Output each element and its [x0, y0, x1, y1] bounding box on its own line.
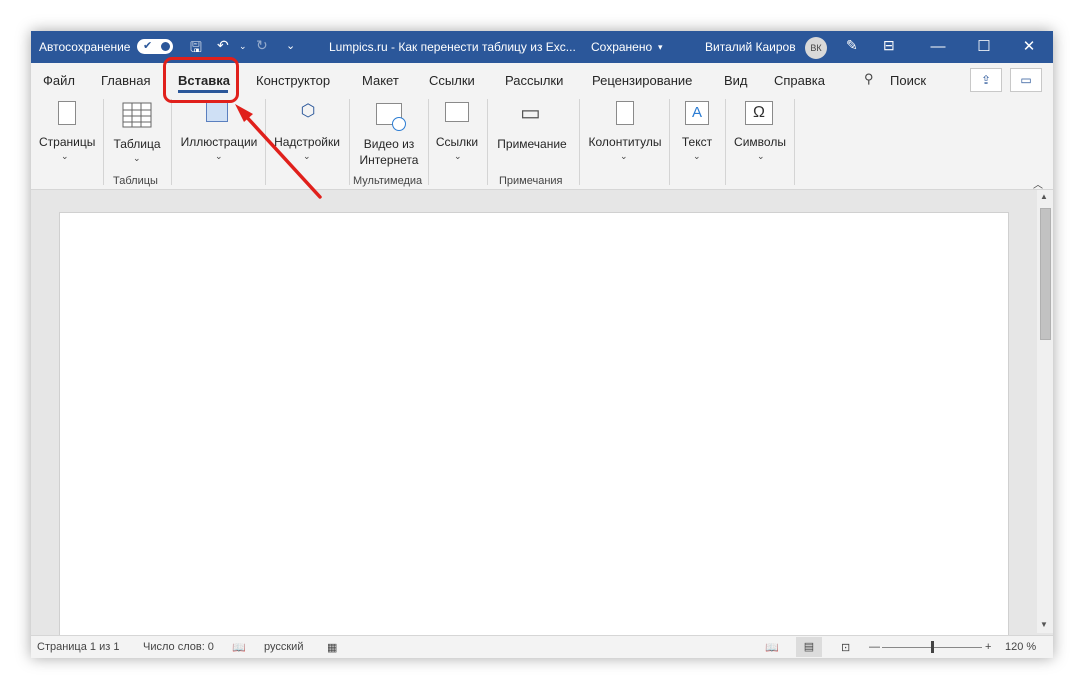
annotation-arrow: [235, 104, 322, 199]
